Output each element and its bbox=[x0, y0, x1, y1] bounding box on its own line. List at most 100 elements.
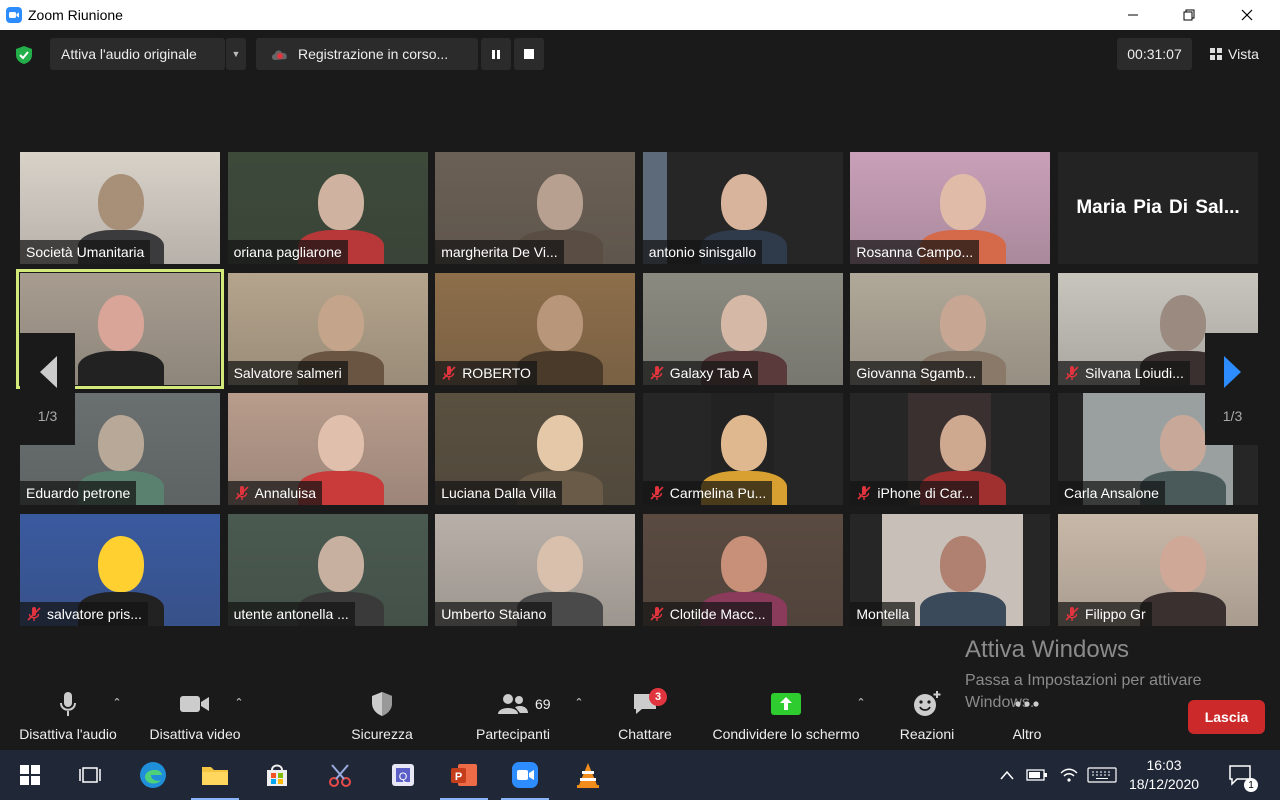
edge-browser-icon bbox=[140, 762, 166, 788]
audio-options-chevron-up-icon[interactable]: ⌃ bbox=[110, 696, 124, 709]
video-camera-icon bbox=[180, 696, 209, 712]
svg-text:P: P bbox=[455, 771, 462, 783]
vlc-player-button[interactable] bbox=[573, 760, 603, 790]
window-titlebar: Zoom Riunione bbox=[0, 0, 1280, 30]
mic-muted-icon bbox=[1065, 365, 1079, 380]
pause-icon bbox=[492, 49, 500, 59]
participant-video-tile[interactable]: Galaxy Tab A bbox=[642, 272, 843, 385]
original-audio-button[interactable]: Attiva l'audio originale bbox=[50, 38, 225, 70]
participants-count: 69 bbox=[535, 696, 551, 712]
touch-keyboard-button[interactable] bbox=[1086, 750, 1118, 800]
video-options-chevron-up-icon[interactable]: ⌃ bbox=[232, 696, 246, 709]
encryption-shield-icon[interactable] bbox=[14, 45, 34, 65]
system-clock[interactable]: 16:03 18/12/2020 bbox=[1124, 756, 1204, 794]
notification-count: 1 bbox=[1244, 778, 1258, 792]
participant-name-label: Carmelina Pu... bbox=[642, 481, 773, 505]
participant-video-tile[interactable]: Società Umanitaria bbox=[20, 152, 220, 264]
share-options-chevron-up-icon[interactable]: ⌃ bbox=[854, 696, 868, 709]
participant-name-label: iPhone di Car... bbox=[850, 481, 980, 505]
mute-label: Disattiva l'audio bbox=[19, 726, 117, 742]
participant-name: Galaxy Tab A bbox=[669, 364, 753, 381]
task-view-button[interactable] bbox=[75, 760, 105, 790]
mic-muted-icon bbox=[650, 486, 664, 500]
next-page-button[interactable]: 1/3 bbox=[1205, 333, 1260, 445]
security-button[interactable]: Sicurezza bbox=[343, 686, 421, 750]
participant-name: Umberto Staiano bbox=[441, 605, 547, 622]
microsoft-store-button[interactable] bbox=[262, 760, 292, 790]
participant-name-label: Società Umanitaria bbox=[20, 240, 151, 264]
participant-video-tile[interactable]: ROBERTO bbox=[435, 272, 636, 385]
gallery-grid-icon bbox=[1210, 48, 1222, 60]
zoom-taskbar-button[interactable] bbox=[501, 760, 549, 800]
participant-name: iPhone di Car... bbox=[877, 485, 974, 501]
windows-logo-icon bbox=[20, 765, 40, 785]
audio-options-caret[interactable]: ▼ bbox=[226, 38, 246, 70]
participant-video-tile[interactable]: Salvatore salmeri bbox=[227, 272, 428, 385]
mic-muted-icon bbox=[650, 606, 664, 621]
microphone-icon bbox=[60, 692, 76, 716]
participant-name: Montella bbox=[856, 605, 910, 622]
participant-video-tile[interactable]: Maria Pia Di Sal... bbox=[1058, 152, 1258, 264]
wifi-button[interactable] bbox=[1057, 750, 1081, 800]
task-view-icon bbox=[79, 767, 101, 783]
show-hidden-icons-button[interactable] bbox=[996, 750, 1018, 800]
participant-name-label: Giovanna Sgamb... bbox=[850, 360, 983, 385]
participant-video-tile[interactable]: Rosanna Campo... bbox=[850, 152, 1051, 264]
pause-recording-button[interactable] bbox=[481, 38, 511, 70]
minimize-icon bbox=[1128, 14, 1138, 16]
participant-name: salvatore pris... bbox=[47, 605, 142, 622]
meeting-timer: 00:31:07 bbox=[1117, 38, 1192, 70]
minimize-button[interactable] bbox=[1110, 0, 1156, 30]
snipping-tool-button[interactable] bbox=[325, 760, 355, 790]
participant-video-tile[interactable]: Montella bbox=[850, 513, 1051, 626]
mic-muted-icon bbox=[650, 365, 664, 380]
file-explorer-button[interactable] bbox=[191, 760, 239, 800]
leave-meeting-button[interactable]: Lascia bbox=[1188, 700, 1265, 734]
participant-video-tile[interactable]: utente antonella ... bbox=[227, 513, 428, 626]
participant-name-label: Umberto Staiano bbox=[435, 601, 553, 626]
folder-icon bbox=[202, 767, 228, 785]
participant-video-tile[interactable]: Giovanna Sgamb... bbox=[850, 272, 1051, 385]
close-button[interactable] bbox=[1224, 0, 1270, 30]
participant-video-tile[interactable]: oriana pagliarone bbox=[227, 152, 428, 264]
mute-button[interactable]: Disattiva l'audio bbox=[10, 686, 126, 750]
meeting-toolbar: Disattiva l'audio ⌃ Disattiva video ⌃ Si… bbox=[0, 686, 1280, 750]
more-button[interactable]: Altro bbox=[1000, 686, 1054, 750]
quick-assist-button[interactable]: Q bbox=[388, 760, 418, 790]
participant-video-tile[interactable]: Luciana Dalla Villa bbox=[435, 393, 636, 505]
participant-video-tile[interactable]: margherita De Vi... bbox=[435, 152, 636, 264]
participant-video-tile[interactable]: Umberto Staiano bbox=[435, 513, 636, 626]
view-button[interactable]: Vista bbox=[1200, 38, 1274, 70]
windows-start-button[interactable] bbox=[15, 760, 45, 790]
previous-page-button[interactable]: 1/3 bbox=[20, 333, 75, 445]
chat-button[interactable]: 3 Chattare bbox=[610, 686, 680, 750]
action-center-button[interactable]: 1 bbox=[1228, 764, 1258, 792]
meeting-topbar: Attiva l'audio originale ▼ Registrazione… bbox=[0, 30, 1280, 80]
maximize-button[interactable] bbox=[1166, 0, 1212, 30]
clock-time: 16:03 bbox=[1146, 757, 1182, 773]
powerpoint-button[interactable]: P bbox=[440, 760, 488, 800]
participant-name: antonio sinisgallo bbox=[648, 244, 757, 260]
view-label: Vista bbox=[1228, 46, 1259, 62]
battery-button[interactable] bbox=[1025, 750, 1049, 800]
participant-video-tile[interactable]: salvatore pris... bbox=[20, 513, 220, 626]
store-bag-icon bbox=[267, 764, 287, 786]
video-gallery: Società Umanitaria oriana pagliarone margh… bbox=[16, 152, 1260, 626]
zoom-app-icon bbox=[512, 762, 538, 788]
participant-name: ROBERTO bbox=[462, 364, 531, 381]
participant-video-tile[interactable]: Clotilde Macc... bbox=[642, 513, 843, 626]
close-icon bbox=[1241, 9, 1253, 21]
participant-video-tile[interactable]: antonio sinisgallo bbox=[642, 152, 843, 264]
participant-video-tile[interactable]: Carmelina Pu... bbox=[642, 393, 843, 505]
share-screen-button[interactable]: Condividere lo schermo bbox=[700, 686, 872, 750]
participant-video-tile[interactable]: Filippo Gr bbox=[1058, 513, 1258, 626]
participants-chevron-up-icon[interactable]: ⌃ bbox=[572, 696, 586, 709]
participant-video-tile[interactable]: iPhone di Car... bbox=[850, 393, 1051, 505]
stop-recording-button[interactable] bbox=[514, 38, 544, 70]
reactions-button[interactable]: Reazioni bbox=[893, 686, 961, 750]
participant-name: Silvana Loiudi... bbox=[1085, 364, 1184, 381]
edge-browser-button[interactable] bbox=[138, 760, 168, 790]
participant-name: Clotilde Macc... bbox=[669, 605, 766, 622]
participant-video-tile[interactable]: Annaluisa bbox=[227, 393, 428, 505]
mic-muted-icon bbox=[442, 365, 456, 380]
